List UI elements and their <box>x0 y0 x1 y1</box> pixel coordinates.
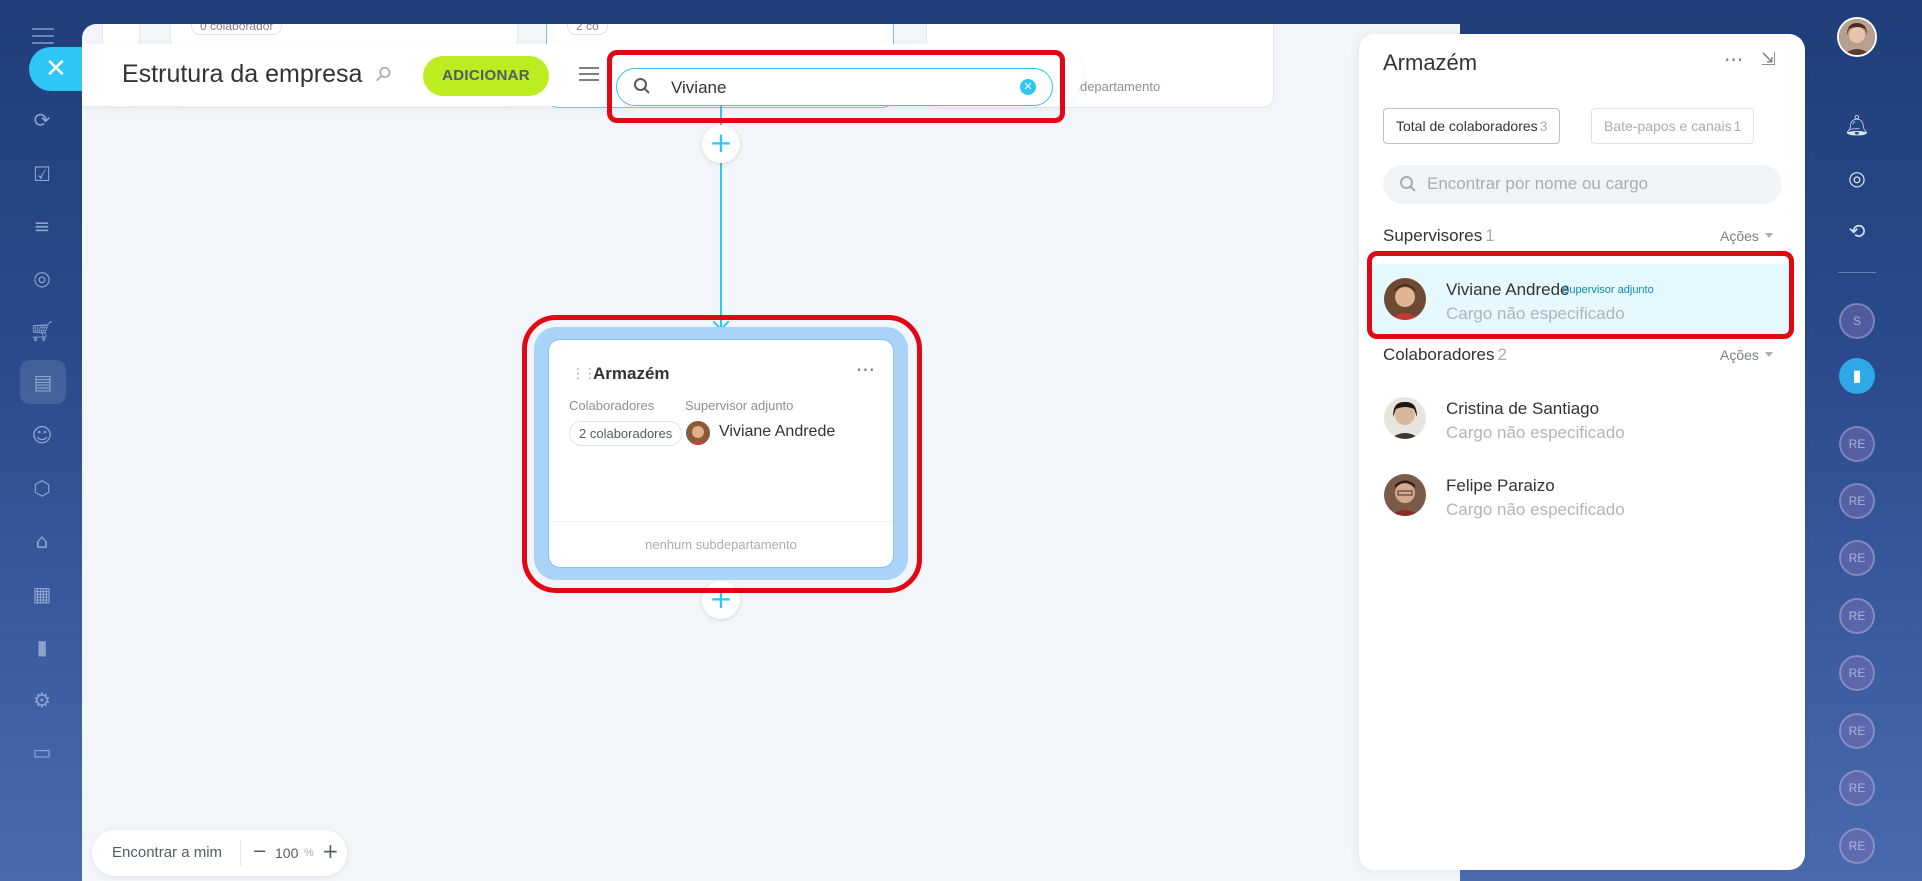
employee-search[interactable] <box>1383 165 1782 204</box>
add-subdepartment-icon[interactable]: + <box>702 125 740 163</box>
employees-count-chip[interactable]: 2 colaboradores <box>569 421 683 446</box>
workgroup-avatar[interactable]: RE <box>1839 598 1875 634</box>
pin-icon[interactable]: ⚲ <box>370 60 397 87</box>
workgroup-avatar[interactable]: RE <box>1839 483 1875 519</box>
tab-total-employees[interactable]: Total de colaboradores 3 <box>1383 108 1561 144</box>
search-input[interactable]: Viviane ✕ <box>616 68 1053 106</box>
workgroup-avatar[interactable]: RE <box>1839 426 1875 462</box>
drag-handle-icon[interactable]: ⋮⋮ <box>571 366 597 382</box>
tab-label: Total de colaboradores <box>1396 118 1538 134</box>
no-subdepartments-text: nenhum subdepartamento <box>549 521 893 567</box>
department-details-panel: Armazém ··· ⇲ Total de colaboradores 3 Ba… <box>1359 34 1805 870</box>
employee-search-input[interactable] <box>1427 171 1767 197</box>
avatar[interactable] <box>1384 278 1426 320</box>
tab-count: 1 <box>1733 118 1742 134</box>
person-position: Cargo não especificado <box>1446 304 1625 323</box>
panel-title: Armazém <box>1383 50 1478 75</box>
more-icon[interactable]: ··· <box>856 358 875 382</box>
person-name[interactable]: Felipe Paraizo <box>1446 476 1555 496</box>
right-rail: 🔔︎ ◎ ⟲ S ▮ RE RE RE RE RE RE RE RE <box>1816 0 1922 881</box>
employees-actions-dropdown[interactable]: Ações <box>1720 347 1773 363</box>
add-subdepartment-icon[interactable]: + <box>702 581 740 619</box>
zoom-level: 100 <box>275 845 299 861</box>
robot-icon[interactable]: ☺ <box>28 421 56 449</box>
node-title: Armazém <box>593 364 670 383</box>
workgroup-avatar[interactable]: S <box>1839 303 1875 339</box>
menu-icon[interactable] <box>32 28 54 44</box>
company-structure-icon[interactable]: ▤ <box>20 360 66 404</box>
clear-search-icon[interactable]: ✕ <box>1020 79 1036 95</box>
search-icon <box>634 78 650 94</box>
workgroup-avatar[interactable]: RE <box>1839 828 1875 864</box>
supervisor-name[interactable]: Viviane Andrede <box>719 423 835 441</box>
section-count: 2 <box>1497 345 1507 364</box>
tasks-icon[interactable]: ☑ <box>28 160 56 188</box>
supervisors-heading: Supervisores 1 <box>1383 226 1495 246</box>
menu-icon[interactable] <box>579 67 599 83</box>
close-icon[interactable]: ✕ <box>29 47 85 91</box>
docs-icon[interactable]: ▭ <box>28 738 56 766</box>
employees-heading: Colaboradores 2 <box>1383 345 1507 365</box>
bookmark-icon[interactable]: ▮ <box>1839 358 1875 394</box>
supervisor-label: Supervisor adjunto <box>685 398 794 413</box>
bell-icon[interactable]: 🔔︎ <box>1842 110 1872 140</box>
section-label: Supervisores <box>1383 226 1483 245</box>
department-node-armazem[interactable]: ⋮⋮ Armazém ··· Colaboradores 2 colaborad… <box>548 339 894 568</box>
workgroup-avatar[interactable]: RE <box>1839 655 1875 691</box>
zoom-unit: % <box>304 847 314 859</box>
zoom-out-button[interactable]: − <box>252 841 267 862</box>
structure-canvas[interactable]: 0 colaborador 2 co subdepartamento + + ⋮… <box>82 24 1460 881</box>
page-title: Estrutura da empresa <box>122 60 363 88</box>
zoom-toolbar: Encontrar a mim − 100 % + <box>92 830 347 876</box>
employees-label: Colaboradores <box>569 398 655 413</box>
collapse-panel-icon[interactable]: ⇲ <box>1761 49 1776 70</box>
zoom-in-button[interactable]: + <box>322 839 339 863</box>
goals-icon[interactable]: ◎ <box>28 264 56 292</box>
calendar-icon[interactable]: ▦ <box>28 580 56 608</box>
role-badge: Supervisor adjunto <box>1562 284 1654 296</box>
person-name[interactable]: Viviane Andrede <box>1446 280 1570 300</box>
employees-chip: 0 colaborador <box>191 24 283 35</box>
workgroup-avatar[interactable]: RE <box>1839 770 1875 806</box>
left-sidebar: ✕ ⟳ ☑ ≡ ◎ 🛒︎ ▤ ☺ ⬡ ⌂ ▦ ▮ ⚙ ▭ <box>0 0 85 881</box>
avatar[interactable] <box>686 421 710 445</box>
section-label: Colaboradores <box>1383 345 1495 364</box>
crm-funnel-icon[interactable]: ≡ <box>28 212 56 240</box>
search-icon <box>1400 176 1416 192</box>
warehouse-icon[interactable]: ⌂ <box>28 527 56 555</box>
workgroup-avatar[interactable]: RE <box>1839 713 1875 749</box>
workgroup-avatar[interactable]: RE <box>1839 540 1875 576</box>
settings-icon[interactable]: ⚙ <box>28 686 56 714</box>
person-position: Cargo não especificado <box>1446 500 1625 519</box>
person-name[interactable]: Cristina de Santiago <box>1446 399 1599 419</box>
avatar[interactable] <box>1384 474 1426 516</box>
catalog-icon[interactable]: ⬡ <box>28 474 56 502</box>
employees-chip: 2 co <box>567 24 608 35</box>
tab-chats-channels[interactable]: Bate-papos e canais 1 <box>1591 108 1755 144</box>
target-icon[interactable]: ◎ <box>1842 163 1872 193</box>
tab-label: Bate-papos e canais <box>1604 118 1732 134</box>
avatar[interactable] <box>1837 17 1877 57</box>
divider <box>1838 272 1876 273</box>
avatar[interactable] <box>1384 397 1426 439</box>
analytics-icon[interactable]: ▮ <box>28 633 56 661</box>
find-me-button[interactable]: Encontrar a mim <box>112 844 222 861</box>
more-icon[interactable]: ··· <box>1724 48 1743 72</box>
activity-stream-icon[interactable]: ⟳ <box>28 106 56 134</box>
add-button[interactable]: ADICIONAR <box>423 56 549 96</box>
search-value[interactable]: Viviane <box>671 78 726 98</box>
shop-icon[interactable]: 🛒︎ <box>28 317 56 345</box>
toolbar: Estrutura da empresa ⚲ ADICIONAR Viviane… <box>82 44 1082 123</box>
list-item[interactable]: Felipe Paraizo Cargo não especificado <box>1371 460 1793 530</box>
list-item[interactable]: Cristina de Santiago Cargo não especific… <box>1371 383 1793 453</box>
supervisors-actions-dropdown[interactable]: Ações <box>1720 228 1773 244</box>
divider <box>240 840 241 866</box>
tab-count: 3 <box>1539 118 1548 134</box>
section-count: 1 <box>1485 226 1495 245</box>
list-item[interactable]: Viviane Andrede Supervisor adjunto Cargo… <box>1371 264 1793 334</box>
person-position: Cargo não especificado <box>1446 423 1625 442</box>
sync-icon[interactable]: ⟲ <box>1842 216 1872 246</box>
